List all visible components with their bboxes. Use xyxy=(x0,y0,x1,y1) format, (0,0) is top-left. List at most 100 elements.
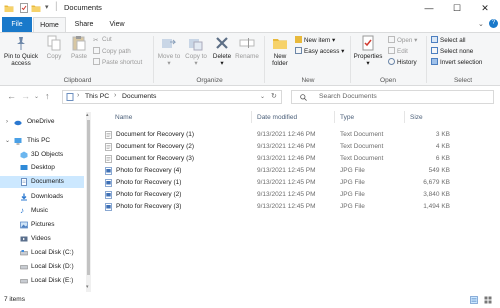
nav-item-local-disk-c[interactable]: Local Disk (C:) xyxy=(0,247,84,259)
invert-selection-button[interactable]: Invert selection xyxy=(431,58,482,67)
column-divider[interactable] xyxy=(251,111,252,123)
table-row[interactable]: Document for Recovery (1) 9/13/2021 12:4… xyxy=(102,129,462,141)
address-bar[interactable]: › This PC › Documents ⌄ ↻ xyxy=(62,90,282,104)
paste-button[interactable]: Paste xyxy=(68,35,90,60)
image-file-icon xyxy=(105,203,112,211)
nav-item-downloads[interactable]: Downloads xyxy=(0,191,84,203)
tab-share[interactable]: Share xyxy=(68,17,100,32)
copy-to-icon xyxy=(189,39,203,51)
properties-icon xyxy=(362,35,374,51)
new-folder-label: New folder xyxy=(272,53,288,67)
refresh-icon[interactable]: ↻ xyxy=(271,92,277,100)
nav-item-desktop[interactable]: Desktop xyxy=(0,162,84,174)
column-header-date[interactable]: Date modified xyxy=(257,114,297,121)
nav-scrollbar[interactable]: ▴ ▾ xyxy=(86,112,91,292)
computer-icon xyxy=(14,138,22,145)
pin-to-quick-access-button[interactable]: Pin to Quick access xyxy=(2,35,40,67)
table-row[interactable]: Document for Recovery (2) 9/13/2021 12:4… xyxy=(102,141,462,153)
scroll-down-arrow-icon[interactable]: ▾ xyxy=(86,284,89,290)
nav-item-documents[interactable]: Documents xyxy=(0,176,84,188)
expand-ribbon-icon[interactable]: ⌄ xyxy=(478,20,484,28)
properties-quick-icon[interactable] xyxy=(19,3,29,13)
cube-icon xyxy=(20,151,28,159)
close-button[interactable]: ✕ xyxy=(476,0,494,17)
forward-arrow-icon[interactable]: → xyxy=(21,91,30,101)
table-row[interactable]: Photo for Recovery (1) 9/13/2021 12:45 P… xyxy=(102,177,462,189)
select-all-button[interactable]: Select all xyxy=(431,36,466,45)
collapse-arrow-icon[interactable]: ⌄ xyxy=(5,135,10,147)
new-item-label: New item xyxy=(304,37,331,44)
delete-button[interactable]: Delete ▾ xyxy=(211,35,233,67)
item-count: 7 items xyxy=(4,296,25,303)
image-file-icon xyxy=(105,191,112,199)
edit-button[interactable]: Edit xyxy=(388,47,408,56)
nav-label: OneDrive xyxy=(27,118,55,125)
minimize-button[interactable]: — xyxy=(420,0,438,17)
file-date: 9/13/2021 12:45 PM xyxy=(257,203,316,210)
nav-item-onedrive[interactable]: › OneDrive xyxy=(0,116,84,128)
back-arrow-icon[interactable]: ← xyxy=(7,91,16,101)
breadcrumb-this-pc[interactable]: This PC xyxy=(85,93,109,100)
paste-shortcut-button[interactable]: Paste shortcut xyxy=(93,58,142,67)
search-placeholder: Search Documents xyxy=(319,93,377,100)
file-name: Document for Recovery (2) xyxy=(116,143,195,150)
file-name: Document for Recovery (1) xyxy=(116,131,195,138)
maximize-button[interactable]: ☐ xyxy=(448,0,466,17)
cut-button[interactable]: ✂ Cut xyxy=(93,36,112,44)
file-type: JPG File xyxy=(340,179,365,186)
breadcrumb-documents[interactable]: Documents xyxy=(122,93,156,100)
help-icon[interactable]: ? xyxy=(489,19,498,28)
nav-item-local-disk-e[interactable]: Local Disk (E:) xyxy=(0,275,84,287)
column-divider[interactable] xyxy=(404,111,405,123)
open-button[interactable]: Open ▾ xyxy=(388,36,417,45)
table-row[interactable]: Photo for Recovery (2) 9/13/2021 12:45 P… xyxy=(102,189,462,201)
properties-button[interactable]: Properties ▾ xyxy=(353,35,383,67)
file-size: 4 KB xyxy=(435,143,450,150)
file-date: 9/13/2021 12:46 PM xyxy=(257,131,316,138)
details-view-icon[interactable] xyxy=(470,296,478,304)
copy-button[interactable]: Copy xyxy=(43,35,65,60)
address-dropdown-icon[interactable]: ⌄ xyxy=(260,93,265,100)
group-label-new: New xyxy=(301,77,315,84)
search-input[interactable]: Search Documents xyxy=(291,90,494,104)
new-item-button[interactable]: New item ▾ xyxy=(295,36,335,45)
tab-view[interactable]: View xyxy=(102,17,132,32)
column-divider[interactable] xyxy=(334,111,335,123)
nav-label: Pictures xyxy=(31,221,55,228)
table-row[interactable]: Photo for Recovery (4) 9/13/2021 12:45 P… xyxy=(102,165,462,177)
status-bar: 7 items xyxy=(0,292,500,308)
copy-path-button[interactable]: Copy path xyxy=(93,47,131,56)
drive-icon xyxy=(20,279,28,284)
rename-button[interactable]: Rename xyxy=(235,35,259,60)
column-header-type[interactable]: Type xyxy=(340,114,354,121)
new-folder-quick-icon[interactable] xyxy=(31,3,41,13)
nav-item-pictures[interactable]: Pictures xyxy=(0,219,84,231)
scrollbar-thumb[interactable] xyxy=(87,120,90,275)
column-header-size[interactable]: Size xyxy=(410,114,423,121)
nav-item-local-disk-d[interactable]: Local Disk (D:) xyxy=(0,261,84,273)
new-item-icon xyxy=(295,36,302,43)
expand-arrow-icon[interactable]: › xyxy=(6,116,8,128)
new-folder-button[interactable]: New folder xyxy=(268,35,292,67)
history-button[interactable]: History xyxy=(388,58,417,67)
table-row[interactable]: Photo for Recovery (3) 9/13/2021 12:45 P… xyxy=(102,201,462,213)
move-to-button[interactable]: Move to ▾ xyxy=(157,35,181,67)
easy-access-button[interactable]: Easy access ▾ xyxy=(295,47,344,56)
tab-home[interactable]: Home xyxy=(33,17,66,32)
large-icons-view-icon[interactable] xyxy=(484,296,492,304)
breadcrumb-separator: › xyxy=(77,92,80,99)
dropdown-arrow-icon: ▾ xyxy=(220,60,224,67)
recent-locations-icon[interactable]: ⌄ xyxy=(34,93,39,100)
column-header-name[interactable]: Name xyxy=(115,114,132,121)
nav-item-music[interactable]: ♪ Music xyxy=(0,205,84,217)
nav-item-3d-objects[interactable]: 3D Objects xyxy=(0,149,84,161)
tab-file[interactable]: File xyxy=(2,17,32,32)
nav-item-videos[interactable]: Videos xyxy=(0,233,84,245)
up-arrow-icon[interactable]: ↑ xyxy=(45,91,50,101)
copy-to-button[interactable]: Copy to ▾ xyxy=(184,35,208,67)
select-none-button[interactable]: Select none xyxy=(431,47,473,56)
customize-quick-access-icon[interactable]: ▾ xyxy=(45,3,49,11)
table-row[interactable]: Document for Recovery (3) 9/13/2021 12:4… xyxy=(102,153,462,165)
scroll-up-arrow-icon[interactable]: ▴ xyxy=(86,112,89,118)
nav-item-this-pc[interactable]: ⌄ This PC xyxy=(0,135,84,147)
